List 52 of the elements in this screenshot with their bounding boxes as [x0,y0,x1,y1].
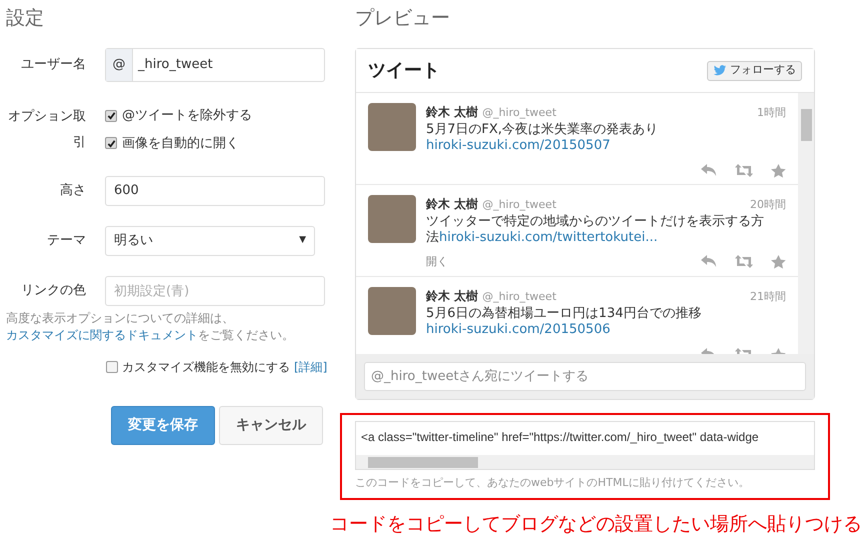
section-title: プレビュー [355,6,451,31]
username-field[interactable]: @ _hiro_tweet [105,48,325,82]
field-label: テーマ [46,232,86,250]
field-label: オプション取引 [7,108,86,152]
code-textarea[interactable]: <a class="twitter-timeline" href="https://twitter.com/_hiro_tweet" data-widge [355,421,815,470]
tweet-text: ツイッターで特定の地域からのツイートだけを表示する方法hiroki-suzuki.com/twittertokutei... [426,214,765,246]
tweet-text: 5月7日のFX,今夜は米失業率の発表あり hiroki-suzuki.com/20150507 [426,122,660,154]
field-label: ユーザー名 [20,56,86,74]
tweet-time: 1時間 [757,105,786,121]
avatar-photo-placeholder [368,103,416,151]
bird-icon [713,65,727,76]
checkbox-label: 画像を自動的に開く [122,134,239,152]
tweet-time: 21時間 [750,289,786,305]
link-color-field[interactable]: 初期設定(青) [105,276,325,306]
hint-text: このコードをコピーして、あなたのwebサイトのHTMLに貼り付けてください。 [355,475,750,491]
field-label: リンクの色 [20,282,86,300]
author-name: 鈴木 太樹 [426,288,478,305]
field-label: 高さ [59,182,86,200]
widget-title: ツイート [368,59,440,83]
height-field[interactable]: 600 [105,176,325,206]
expand-link[interactable]: 開く [426,254,448,270]
caret-icon: ▼ [299,234,306,248]
author-handle: @_hiro_tweet [482,289,556,305]
avatar-photo-placeholder [368,287,416,335]
annotation-text: コードをコピーしてブログなどの設置したい場所へ貼りつける [330,512,863,536]
checkbox[interactable] [105,110,117,122]
theme-dropdown[interactable]: 明るい ▼ [105,226,315,256]
tweet-text: 5月6日の為替相場ユーロ円は134円台での推移 hiroki-suzuki.com/20150506 [426,306,702,338]
username-value: _hiro_tweet [136,56,213,74]
details-link[interactable]: [詳細] [294,358,328,376]
follow-button[interactable]: フォローする [707,60,802,80]
section-title: 設定 [6,6,45,31]
help-text: 高度な表示オプションについての詳細は、 カスタマイズに関するドキュメント をご覧ください。 [6,310,295,344]
author-name: 鈴木 太樹 [426,104,478,121]
checkbox-label: カスタマイズ機能を無効にする [122,359,290,376]
at-prefix: @ [106,49,133,81]
checkbox-label: @ツイートを除外する [122,107,252,125]
tweet-link[interactable]: hiroki-suzuki.com/20150506 [426,322,610,336]
checkbox[interactable] [105,137,117,150]
tweet-time: 20時間 [750,197,786,213]
save-button[interactable]: 変更を保存 [111,406,215,445]
author-handle: @_hiro_tweet [482,197,556,213]
code-text: <a class="twitter-timeline" href="https://twitter.com/_hiro_tweet" data-widge [360,429,760,446]
author-handle: @_hiro_tweet [482,105,556,121]
tweet-link[interactable]: hiroki-suzuki.com/twittertokutei... [439,230,658,244]
checkbox[interactable] [106,361,118,373]
tweet-link[interactable]: hiroki-suzuki.com/20150507 [426,138,610,152]
docs-link[interactable]: カスタマイズに関するドキュメント [6,328,198,342]
author-name: 鈴木 太樹 [426,196,478,213]
avatar-photo-placeholder [368,195,416,243]
reply-field[interactable]: @_hiro_tweetさん宛にツイートする [364,362,806,391]
cancel-button[interactable]: キャンセル [219,406,323,445]
